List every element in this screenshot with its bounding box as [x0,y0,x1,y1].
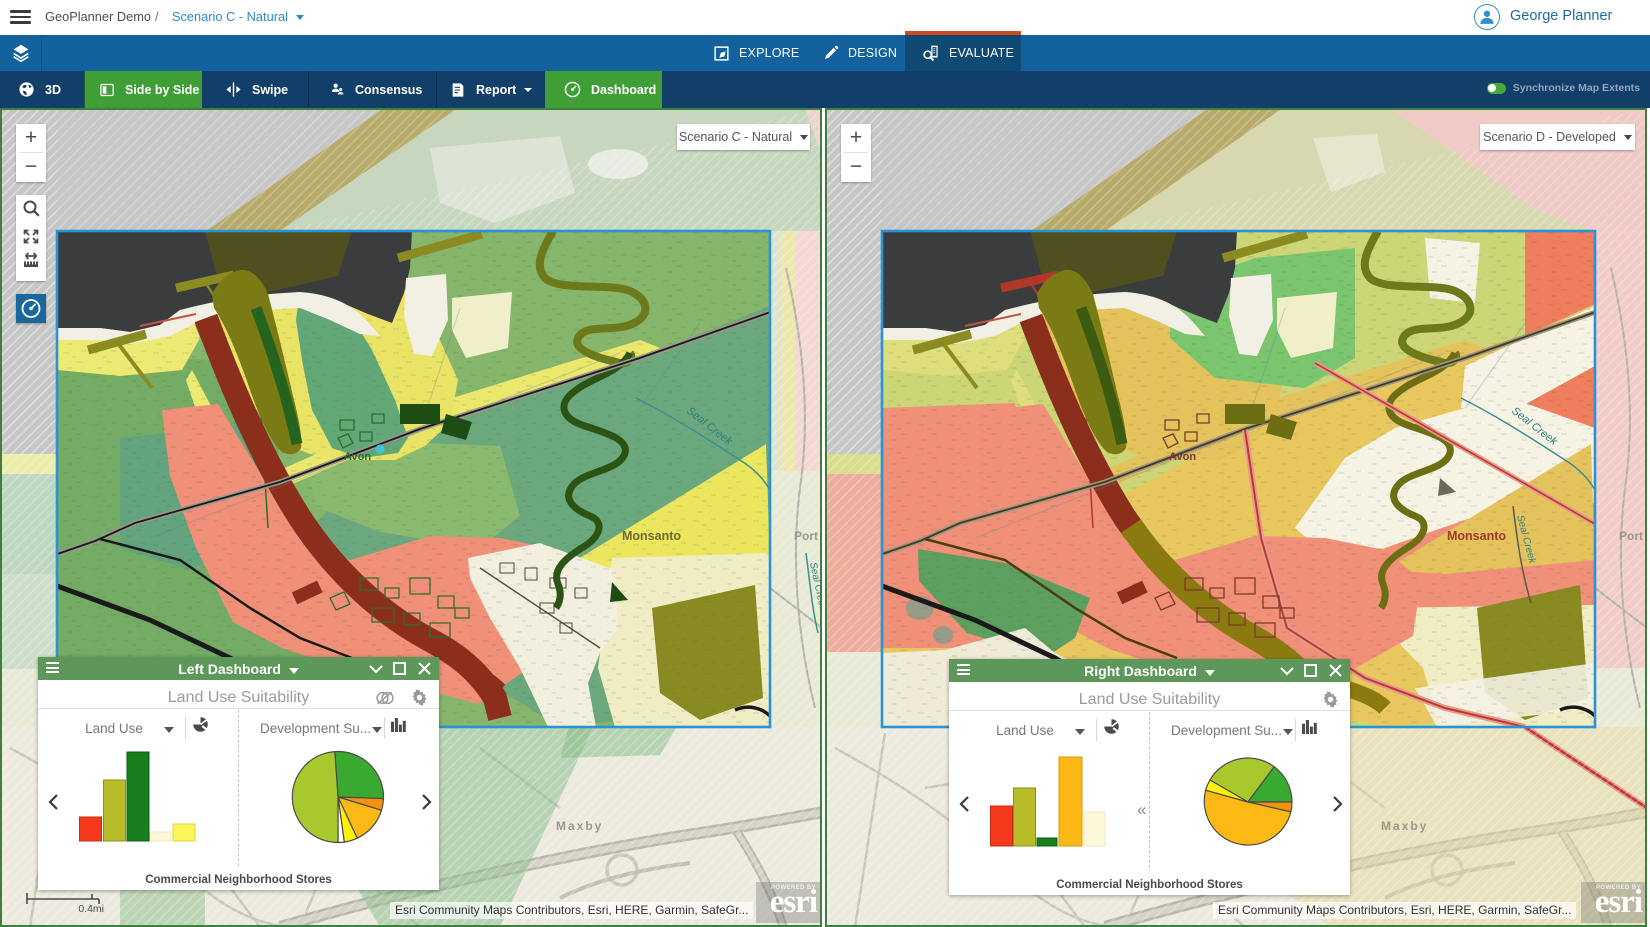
svg-text:Port: Port [794,529,818,543]
svg-text:Avon: Avon [344,451,371,463]
svg-text:Maxby: Maxby [556,819,603,833]
svg-text:Port: Port [1619,529,1643,543]
svg-text:0.4mi: 0.4mi [78,903,104,914]
svg-text:Maxby: Maxby [1381,819,1428,833]
svg-text:Monsanto: Monsanto [1447,529,1506,543]
svg-text:Avon: Avon [1169,451,1196,463]
svg-text:Monsanto: Monsanto [622,529,681,543]
